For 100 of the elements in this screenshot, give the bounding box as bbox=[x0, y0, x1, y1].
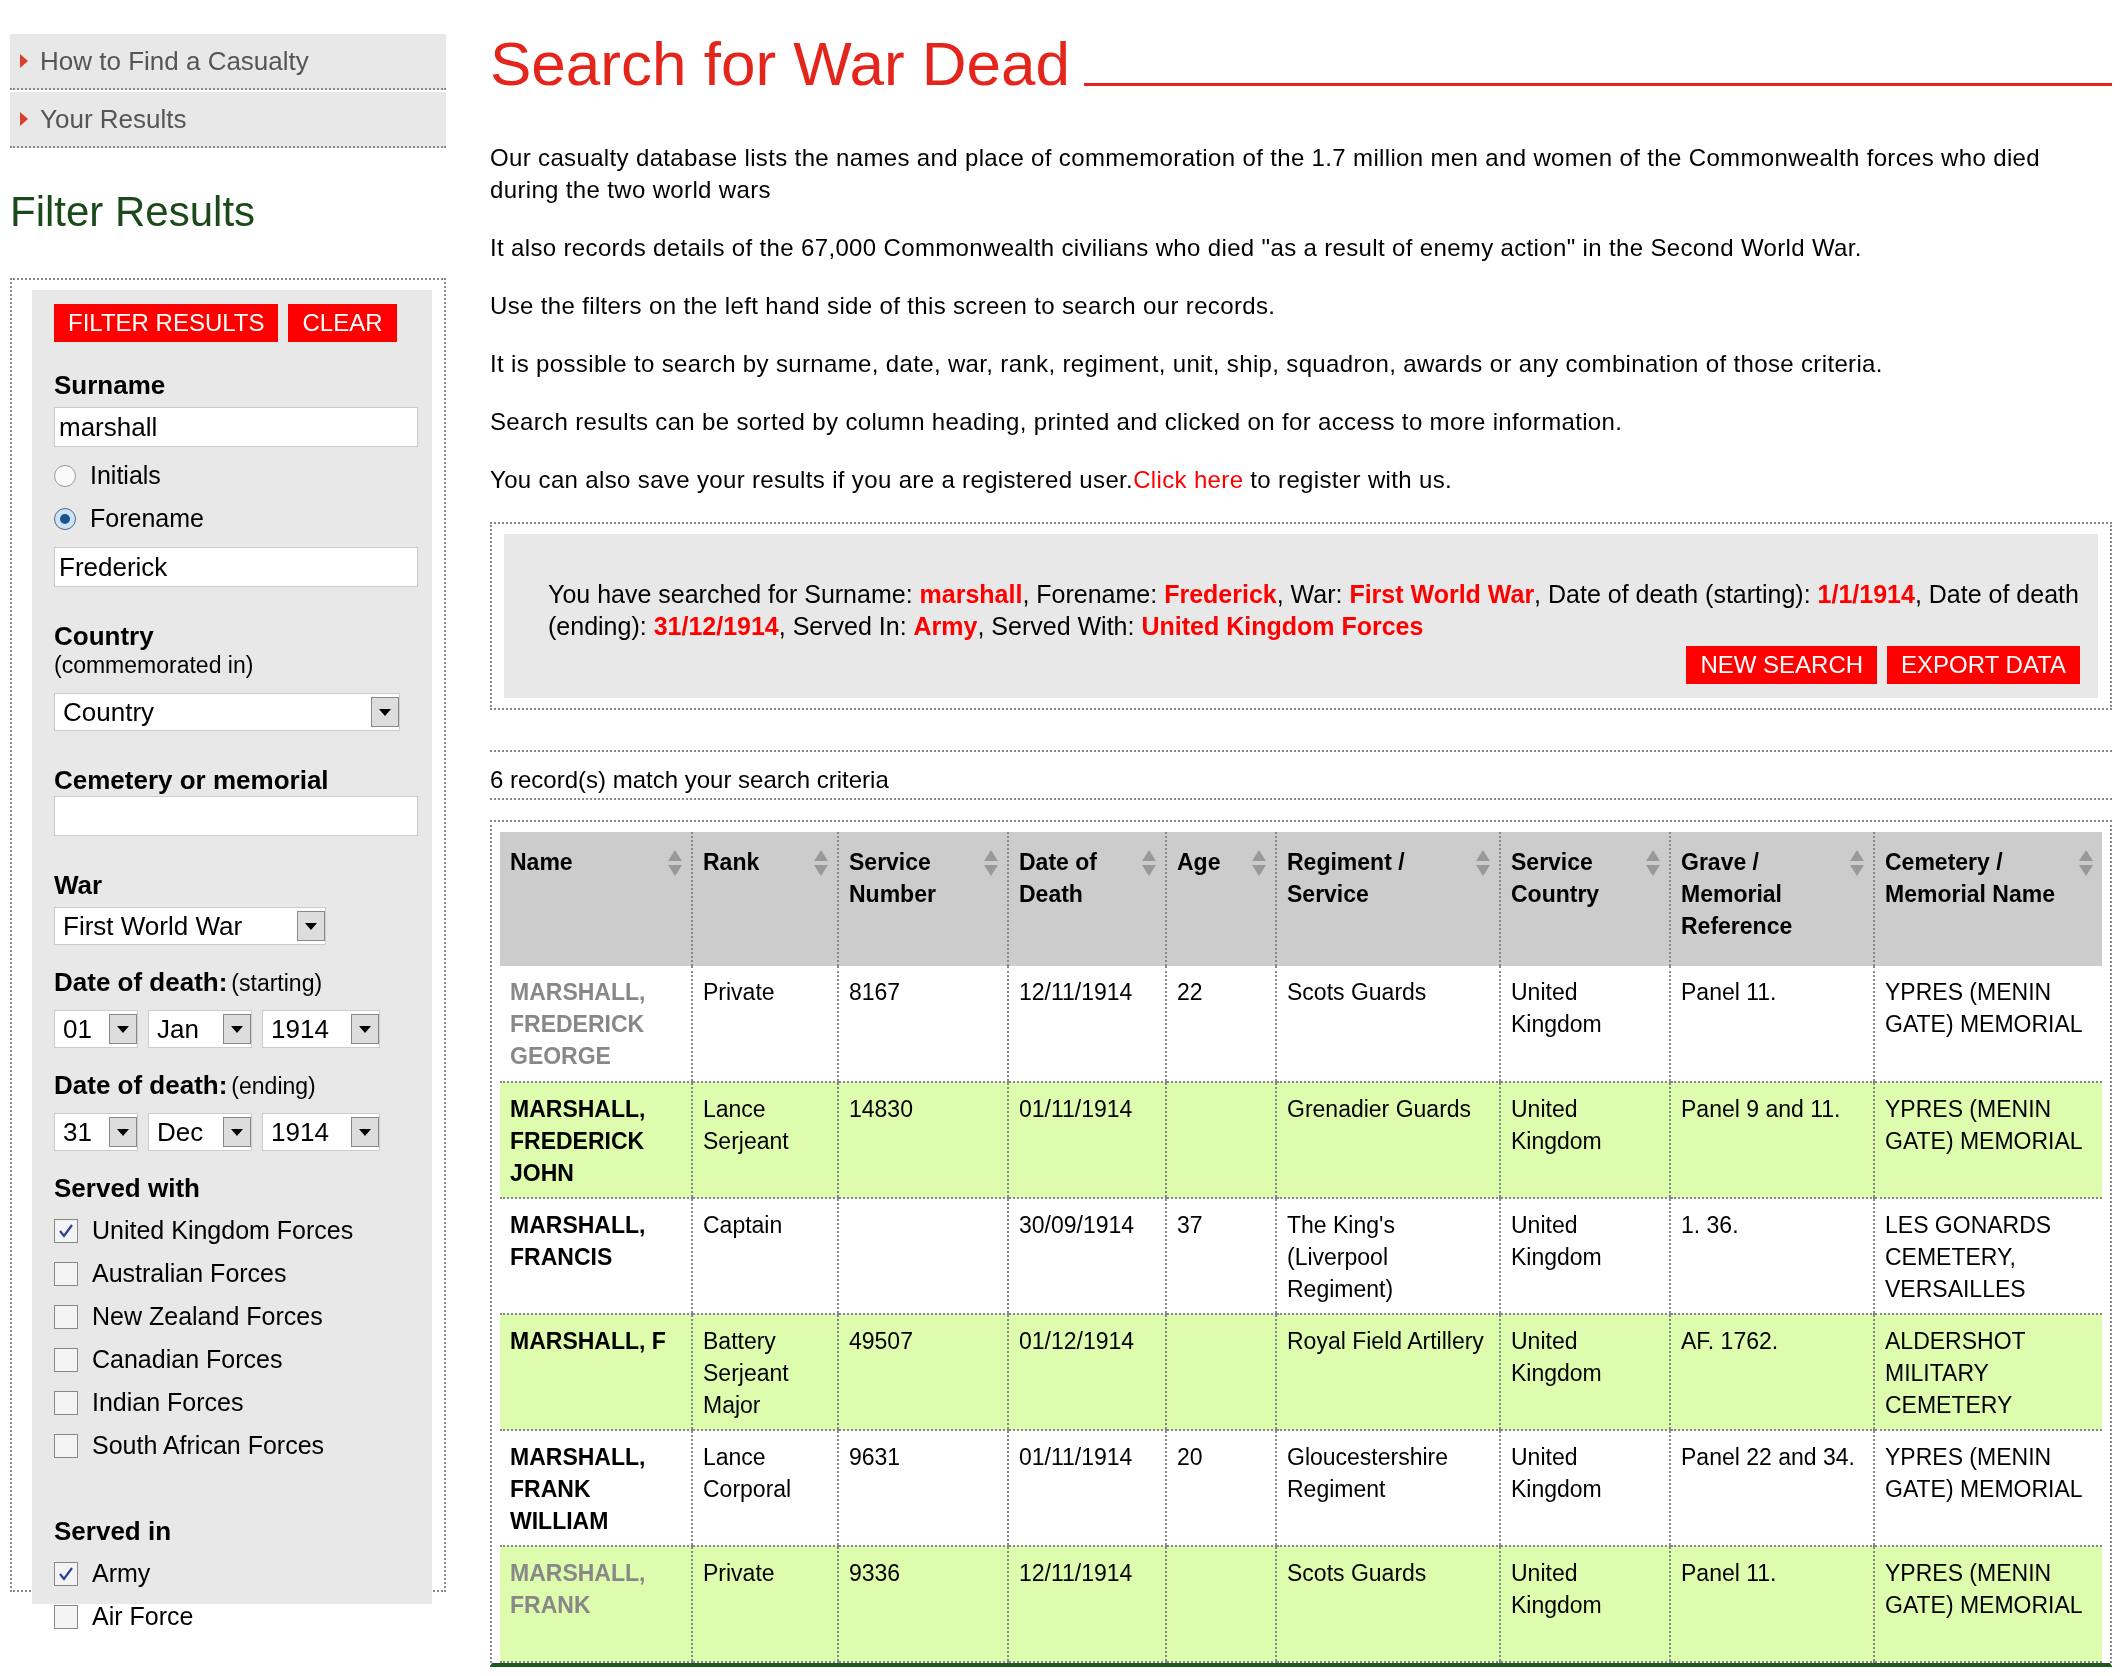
table-cell: 22 bbox=[1177, 979, 1203, 1006]
date-note: (starting) bbox=[231, 970, 323, 996]
date-select[interactable]: 01 bbox=[54, 1010, 138, 1048]
sidebar-nav-link[interactable]: How to Find a Casualty bbox=[10, 34, 446, 90]
country-select[interactable]: Country bbox=[54, 693, 400, 731]
table-cell: 30/09/1914 bbox=[1019, 1212, 1135, 1239]
table-cell: Scots Guards bbox=[1287, 979, 1427, 1006]
column-header[interactable]: Grave / Memorial Reference bbox=[1670, 832, 1874, 967]
table-cell: 12/11/1914 bbox=[1019, 979, 1133, 1006]
table-cell: Lance Serjeant bbox=[703, 1096, 789, 1155]
sidebar-nav-link[interactable]: Your Results bbox=[10, 92, 446, 148]
country-label: Country bbox=[54, 621, 155, 652]
intro-paragraph: Our casualty database lists the names and place of commemoration of the 1.7 million men and women of the Commonwealth forces who died during the two world wars bbox=[490, 143, 2041, 206]
intro-paragraph: It is possible to search by surname, date, war, rank, regiment, unit, ship, squadron, awards or any combination of those criteria. bbox=[490, 349, 1884, 380]
filter-button[interactable]: FILTER RESULTS bbox=[54, 304, 279, 342]
column-header[interactable]: Age bbox=[1166, 832, 1276, 967]
table-cell: Scots Guards bbox=[1287, 1560, 1427, 1587]
checkbox[interactable] bbox=[54, 1261, 78, 1286]
checkbox-label: New Zealand Forces bbox=[92, 1302, 323, 1331]
table-cell: Panel 9 and 11. bbox=[1681, 1096, 1841, 1123]
caret-icon bbox=[20, 54, 28, 68]
table-cell: Gloucestershire Regiment bbox=[1287, 1444, 1449, 1503]
checkbox-label: Army bbox=[92, 1559, 151, 1588]
table-cell: Grenadier Guards bbox=[1287, 1096, 1472, 1123]
table-cell: 1. 36. bbox=[1681, 1212, 1739, 1239]
table-cell: AF. 1762. bbox=[1681, 1328, 1779, 1355]
filter-button[interactable]: CLEAR bbox=[288, 304, 397, 342]
date-select[interactable]: Dec bbox=[148, 1113, 252, 1151]
table-cell: United Kingdom bbox=[1511, 1444, 1602, 1503]
war-label: War bbox=[54, 870, 104, 901]
checkbox[interactable] bbox=[54, 1604, 78, 1629]
checkbox[interactable] bbox=[54, 1433, 78, 1458]
checkbox-label: Indian Forces bbox=[92, 1388, 244, 1417]
table-cell: United Kingdom bbox=[1511, 979, 1602, 1038]
checkbox-label: Air Force bbox=[92, 1602, 194, 1631]
table-cell: Battery Serjeant Major bbox=[703, 1328, 789, 1419]
column-header[interactable]: Service Number bbox=[838, 832, 1008, 967]
table-cell: United Kingdom bbox=[1511, 1096, 1602, 1155]
table-cell: 01/11/1914 bbox=[1019, 1444, 1133, 1471]
checkbox[interactable] bbox=[54, 1561, 78, 1586]
table-cell: 01/12/1914 bbox=[1019, 1328, 1135, 1355]
table-cell: Royal Field Artillery bbox=[1287, 1328, 1484, 1355]
table-cell: LES GONARDS CEMETERY, VERSAILLES bbox=[1885, 1212, 2052, 1303]
checkbox[interactable] bbox=[54, 1347, 78, 1372]
table-cell: YPRES (MENIN GATE) MEMORIAL bbox=[1885, 1444, 2083, 1503]
casualty-name-link[interactable]: MARSHALL, FRANCIS bbox=[510, 1209, 683, 1274]
table-cell: 37 bbox=[1177, 1212, 1203, 1239]
date-select[interactable]: 1914 bbox=[262, 1010, 380, 1048]
column-header[interactable]: Cemetery / Memorial Name bbox=[1874, 832, 2102, 967]
checkbox[interactable] bbox=[54, 1304, 78, 1329]
record-count: 6 record(s) match your search criteria bbox=[490, 750, 2112, 801]
table-cell: 8167 bbox=[849, 979, 901, 1006]
intro-paragraph: You can also save your results if you are a registered user.Click here to register with us. bbox=[490, 465, 1454, 496]
war-select[interactable]: First World War bbox=[54, 907, 326, 945]
summary-button[interactable]: NEW SEARCH bbox=[1686, 646, 1878, 685]
intro-paragraph: It also records details of the 67,000 Commonwealth civilians who died "as a result of enemy action" in the Second World War. bbox=[490, 233, 1863, 264]
date-note: (ending) bbox=[231, 1073, 316, 1099]
table-cell: 20 bbox=[1177, 1444, 1203, 1471]
table-cell: United Kingdom bbox=[1511, 1212, 1602, 1271]
group-label: Served in bbox=[54, 1516, 173, 1547]
surname-label: Surname bbox=[54, 370, 167, 401]
date-label: Date of death: bbox=[54, 967, 228, 997]
casualty-name-link[interactable]: MARSHALL, FRANK WILLIAM bbox=[510, 1441, 683, 1538]
caret-icon bbox=[20, 112, 28, 126]
table-cell: YPRES (MENIN GATE) MEMORIAL bbox=[1885, 1560, 2083, 1619]
column-header[interactable]: Rank bbox=[692, 832, 838, 967]
casualty-name-link[interactable]: MARSHALL, FREDERICK GEORGE bbox=[510, 976, 683, 1073]
table-cell: 01/11/1914 bbox=[1019, 1096, 1133, 1123]
radio-button[interactable] bbox=[54, 507, 76, 530]
forename-field[interactable]: Frederick bbox=[54, 547, 418, 587]
date-select[interactable]: Jan bbox=[148, 1010, 252, 1048]
radio-button[interactable] bbox=[54, 464, 76, 487]
column-header[interactable]: Service Country bbox=[1500, 832, 1670, 967]
table-cell: 49507 bbox=[849, 1328, 913, 1355]
register-link[interactable]: Click here bbox=[1133, 466, 1244, 494]
checkbox[interactable] bbox=[54, 1390, 78, 1415]
table-cell: United Kingdom bbox=[1511, 1560, 1602, 1619]
table-cell: YPRES (MENIN GATE) MEMORIAL bbox=[1885, 1096, 2083, 1155]
summary-button[interactable]: EXPORT DATA bbox=[1887, 646, 2080, 685]
table-cell: 9336 bbox=[849, 1560, 901, 1587]
date-select[interactable]: 31 bbox=[54, 1113, 138, 1151]
filter-heading: Filter Results bbox=[10, 188, 257, 236]
group-label: Served with bbox=[54, 1173, 201, 1204]
cemetery-field[interactable] bbox=[54, 796, 418, 836]
table-cell: Private bbox=[703, 1560, 775, 1587]
column-header[interactable]: Regiment / Service bbox=[1276, 832, 1500, 967]
surname-field[interactable]: marshall bbox=[54, 407, 418, 447]
date-select[interactable]: 1914 bbox=[262, 1113, 380, 1151]
column-header[interactable]: Name bbox=[500, 832, 692, 967]
column-header[interactable]: Date of Death bbox=[1008, 832, 1166, 967]
search-summary-text: You have searched for Surname: marshall, Forename: Frederick, War: First World War, Date of death (starting): 1/1/1914, Date of death (ending): 31/12/1914, Served In: Army, Served With: United Kingdom Forces bbox=[548, 579, 2080, 643]
intro-paragraph: Search results can be sorted by column heading, printed and clicked on for access to more information. bbox=[490, 407, 1624, 438]
table-cell: 9631 bbox=[849, 1444, 901, 1471]
date-label: Date of death: bbox=[54, 1070, 228, 1100]
table-cell: Private bbox=[703, 979, 775, 1006]
checkbox-label: Australian Forces bbox=[92, 1259, 287, 1288]
country-note: (commemorated in) bbox=[54, 652, 255, 679]
checkbox[interactable] bbox=[54, 1218, 78, 1243]
page-title: Search for War Dead bbox=[490, 30, 1071, 99]
table-cell: 12/11/1914 bbox=[1019, 1560, 1133, 1587]
